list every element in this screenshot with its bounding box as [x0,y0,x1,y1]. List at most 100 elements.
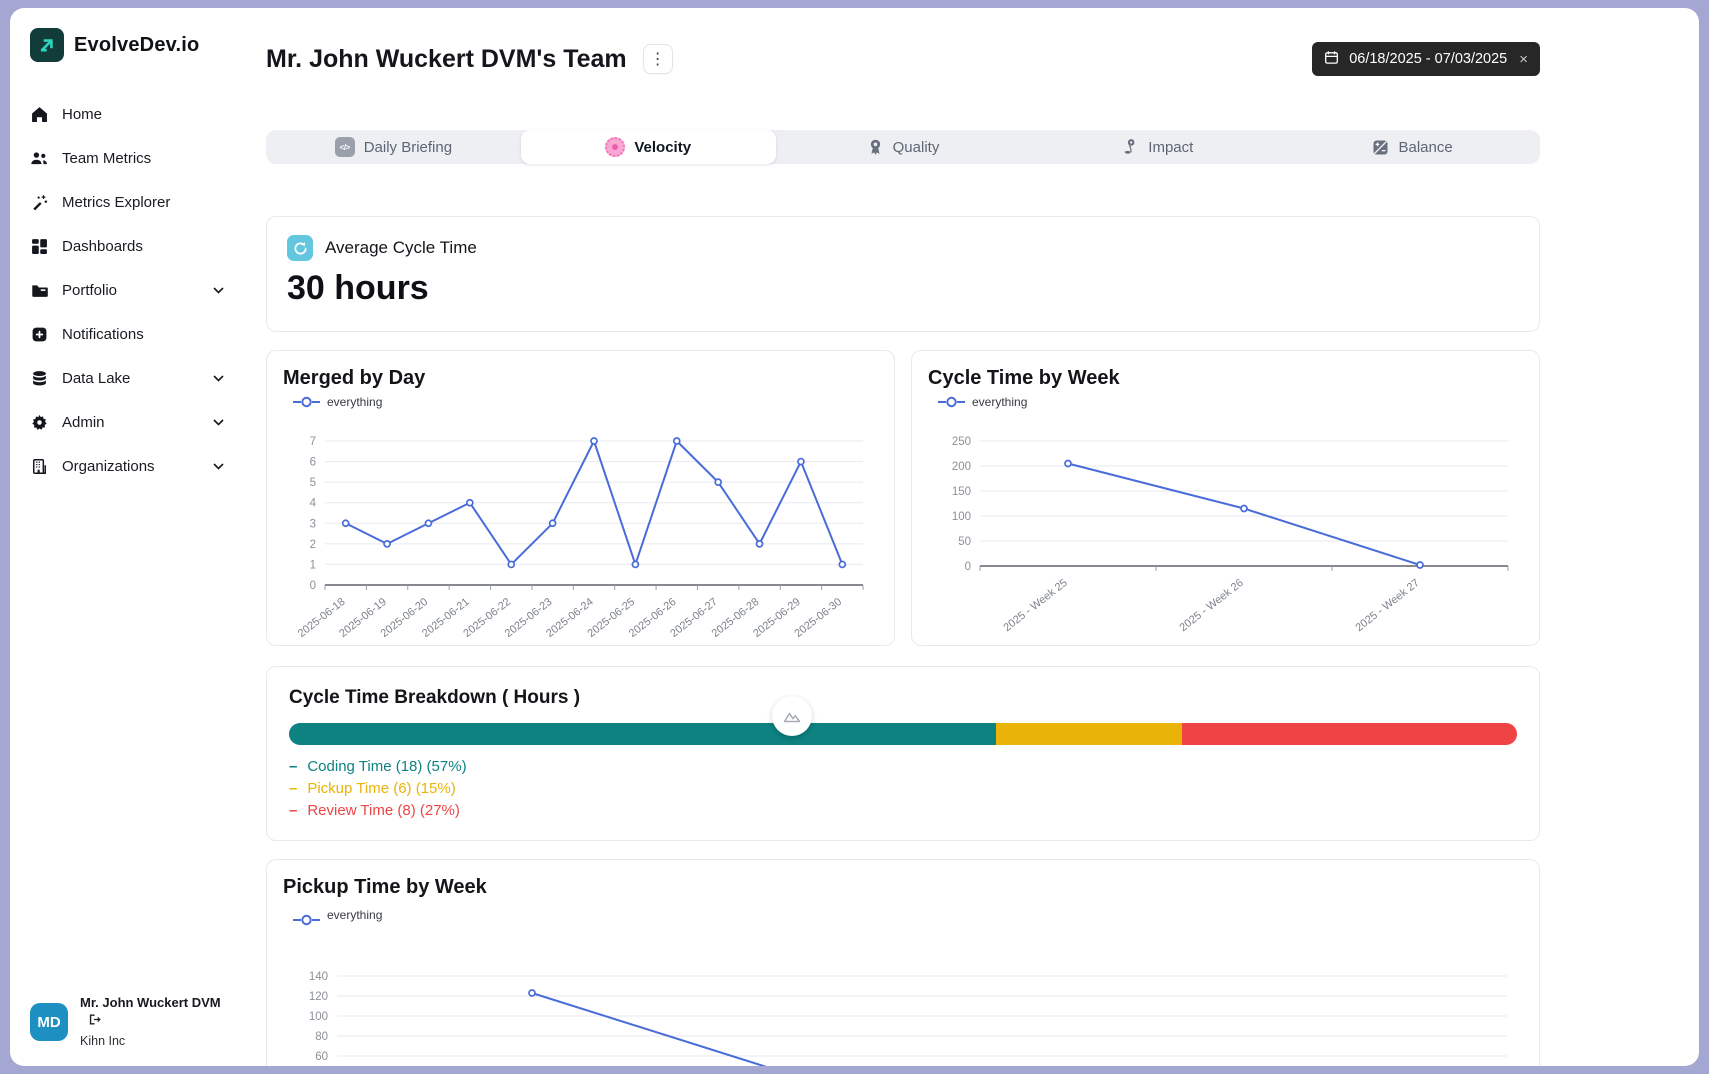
tab-velocity[interactable]: Velocity [521,130,776,164]
kebab-menu-button[interactable]: ⋮ [643,44,673,74]
view-tabs: </> Daily Briefing Velocity Quality Impa… [266,130,1540,164]
coding-time-segment [289,723,996,745]
sidebar-item-data-lake[interactable]: Data Lake [30,356,230,400]
chevron-down-icon [213,419,224,426]
sidebar-item-portfolio[interactable]: Portfolio [30,268,230,312]
sidebar-item-organizations[interactable]: Organizations [30,444,230,488]
legend-label: everything [972,395,1027,409]
sidebar-item-notifications[interactable]: Notifications [30,312,230,356]
svg-text:2: 2 [310,539,316,551]
pickup-time-by-week-card: Pickup Time by Week everything 020406080… [266,859,1540,1066]
pickup-time-segment [996,723,1182,745]
arrow-up-right-icon [37,35,57,55]
svg-text:80: 80 [315,1031,328,1043]
grid-icon [30,237,48,255]
brand: EvolveDev.io [30,28,230,62]
kebab-menu-icon: ⋮ [650,49,666,69]
medal-icon [867,138,884,156]
svg-text:1: 1 [310,559,316,571]
chart-legend: everything [293,395,880,409]
chart-legend: everything [938,395,1525,409]
contrast-square-icon [1372,139,1389,156]
plus-square-icon [30,325,48,343]
legend-marker-icon [938,396,965,408]
svg-text:0: 0 [965,561,971,573]
svg-text:120: 120 [309,991,328,1003]
average-cycle-time-card: Average Cycle Time 30 hours [266,216,1540,332]
svg-text:2025 - Week 25: 2025 - Week 25 [1001,577,1069,634]
svg-text:7: 7 [310,436,316,448]
sidebar-item-label: Home [62,106,102,123]
breakdown-legend-pickup: –Pickup Time (6) (15%) [289,780,1517,797]
tab-quality[interactable]: Quality [776,130,1031,164]
user-profile[interactable]: MD Mr. John Wuckert DVM Kihn Inc [30,995,230,1048]
tab-label: Balance [1398,139,1452,156]
svg-text:200: 200 [952,461,971,473]
svg-text:2025 - Week 26: 2025 - Week 26 [1177,577,1245,634]
date-range-picker[interactable]: 06/18/2025 - 07/03/2025 × [1312,42,1540,76]
code-icon: </> [335,137,355,157]
app-window: EvolveDev.io Home Team Metrics Metrics E… [10,8,1699,1066]
sidebar-item-label: Admin [62,414,105,431]
brand-name: EvolveDev.io [74,34,199,57]
tab-label: Impact [1148,139,1193,156]
tab-label: Velocity [634,139,691,156]
sidebar-item-admin[interactable]: Admin [30,400,230,444]
svg-text:2025 - Week 27: 2025 - Week 27 [1353,577,1421,634]
merged-by-day-chart: 012345672025-06-182025-06-192025-06-2020… [283,415,881,639]
svg-text:5: 5 [310,477,316,489]
calendar-icon [1324,50,1339,69]
logout-icon[interactable] [88,1013,221,1031]
legend-marker-icon [293,914,320,926]
svg-text:100: 100 [309,1011,328,1023]
database-icon [30,369,48,387]
user-company: Kihn Inc [80,1034,221,1048]
svg-text:3: 3 [310,518,316,530]
close-icon[interactable]: × [1519,51,1528,68]
legend-marker-icon [293,396,320,408]
svg-text:60: 60 [315,1051,328,1063]
svg-text:250: 250 [952,436,971,448]
gear-icon [30,413,48,431]
svg-text:100: 100 [952,511,971,523]
tab-balance[interactable]: Balance [1285,130,1540,164]
users-icon [30,149,48,167]
sidebar-item-metrics-explorer[interactable]: Metrics Explorer [30,180,230,224]
svg-text:4: 4 [310,498,317,510]
svg-text:0: 0 [310,580,316,592]
breakdown-stacked-bar [289,723,1517,745]
breakdown-legend-review: –Review Time (8) (27%) [289,802,1517,819]
cycle-time-by-week-card: Cycle Time by Week everything 0 50 100 150 2… [911,350,1540,646]
chart-title: Merged by Day [283,367,880,390]
mountains-icon [783,708,801,724]
tab-label: Quality [893,139,940,156]
sidebar-item-label: Organizations [62,458,155,475]
tab-daily-briefing[interactable]: </> Daily Briefing [266,130,521,164]
svg-text:50: 50 [958,536,971,548]
svg-text:6: 6 [310,457,316,469]
building-icon [30,457,48,475]
page-title: Mr. John Wuckert DVM's Team [266,45,627,74]
brand-logo [30,28,64,62]
sidebar-item-team-metrics[interactable]: Team Metrics [30,136,230,180]
sidebar-item-label: Dashboards [62,238,143,255]
breakdown-legend-coding: –Coding Time (18) (57%) [289,758,1517,775]
svg-text:140: 140 [309,971,328,983]
sidebar-item-dashboards[interactable]: Dashboards [30,224,230,268]
folder-icon [30,281,48,299]
chart-title: Cycle Time by Week [928,367,1525,390]
date-range-value: 06/18/2025 - 07/03/2025 [1349,51,1507,67]
sidebar-item-label: Metrics Explorer [62,194,170,211]
svg-text:150: 150 [952,486,971,498]
sidebar-item-home[interactable]: Home [30,92,230,136]
tab-impact[interactable]: Impact [1030,130,1285,164]
page-header: Mr. John Wuckert DVM's Team ⋮ 06/18/2025… [266,42,1540,76]
chart-title: Pickup Time by Week [283,876,1523,899]
wand-icon [30,193,48,211]
sidebar-item-label: Team Metrics [62,150,151,167]
seedling-icon [1122,138,1139,156]
tab-label: Daily Briefing [364,139,452,156]
summary-label: Average Cycle Time [325,238,477,258]
velocity-gauge-icon [605,137,625,157]
summary-value: 30 hours [287,269,1519,308]
